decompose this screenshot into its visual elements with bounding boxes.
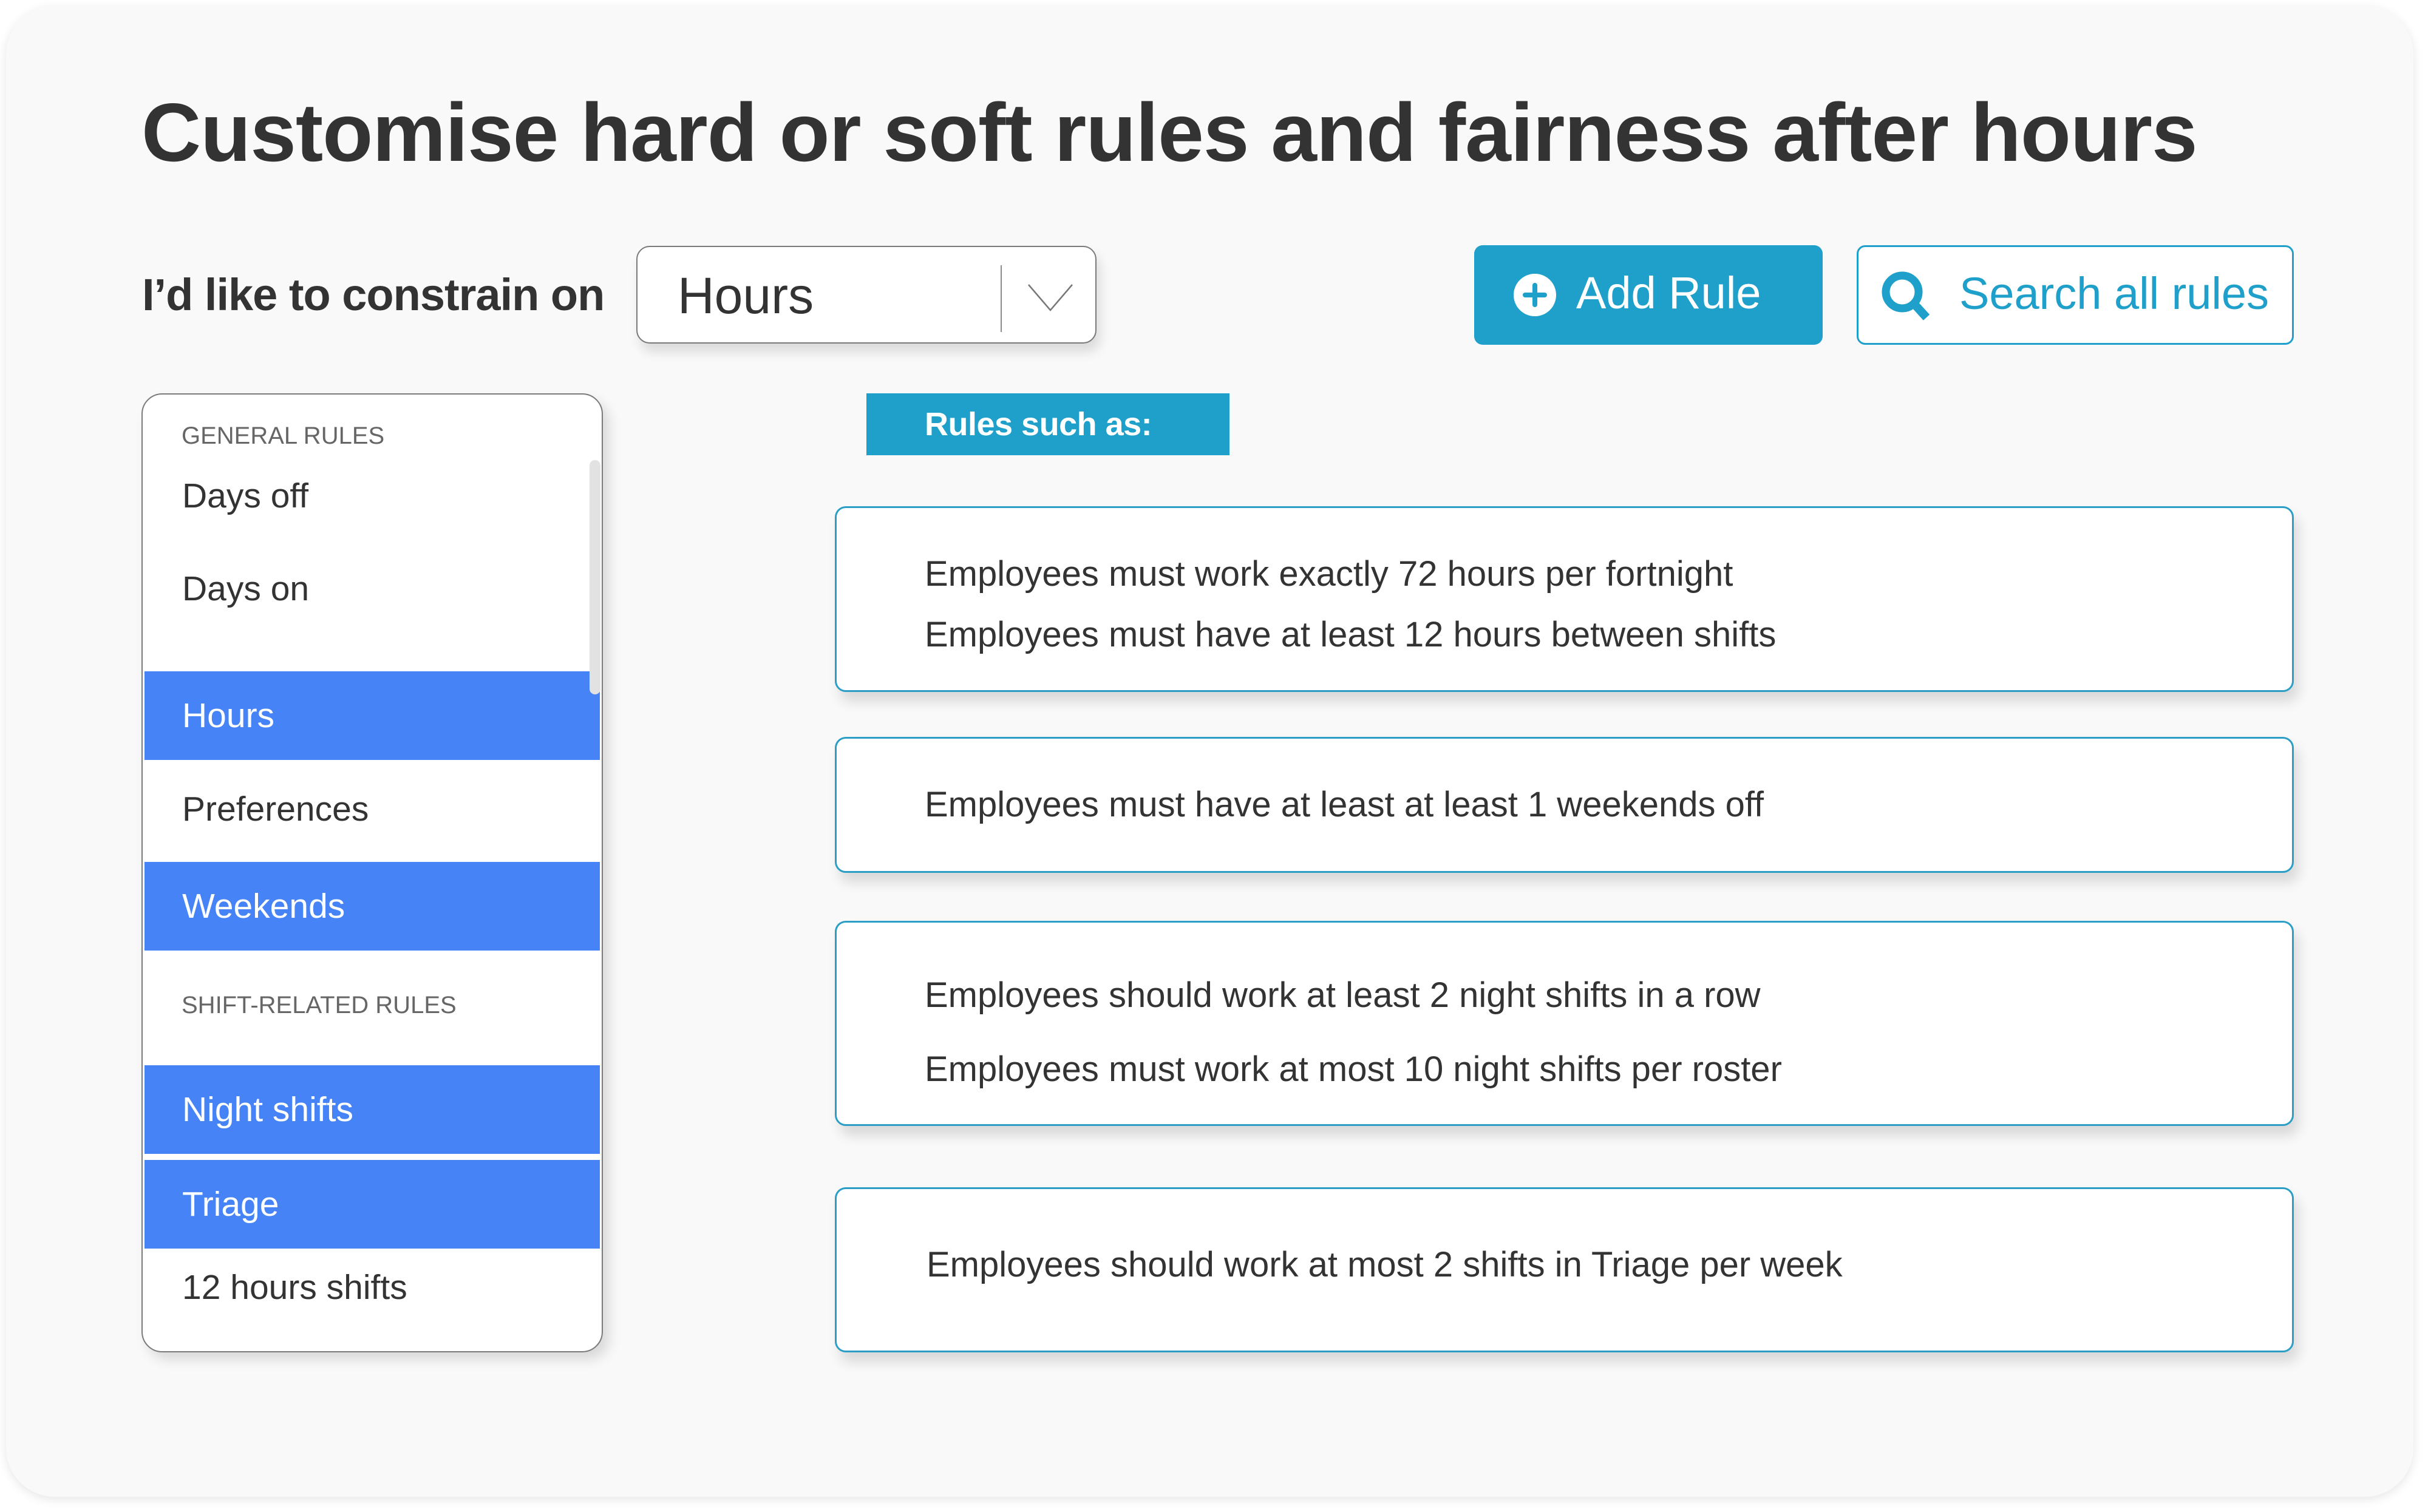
sidebar-item-days-off[interactable]: Days off <box>145 452 600 540</box>
search-rules-label: Search all rules <box>1959 268 2270 319</box>
rule-text: Employees should work at least 2 night s… <box>925 975 1761 1015</box>
rule-text: Employees must have at least 12 hours be… <box>925 615 1777 654</box>
sidebar-item-days-on[interactable]: Days on <box>145 544 600 633</box>
rule-text: Employees must work at most 10 night shi… <box>925 1049 1782 1089</box>
sidebar-item-triage[interactable]: Triage <box>145 1160 600 1249</box>
select-divider <box>1001 265 1002 332</box>
sidebar-item-hours[interactable]: Hours <box>145 671 600 760</box>
chevron-down-icon[interactable] <box>1026 282 1075 313</box>
rule-text: Employees must work exactly 72 hours per… <box>925 554 1733 594</box>
sidebar-item-night-shifts[interactable]: Night shifts <box>145 1065 600 1154</box>
rule-card[interactable]: Employees must work exactly 72 hours per… <box>835 506 2294 692</box>
rule-category-list: GENERAL RULES Days off Days on Hours Pre… <box>141 393 603 1352</box>
constraint-select-value: Hours <box>678 267 814 324</box>
sidebar-item-preferences[interactable]: Preferences <box>145 765 600 853</box>
rules-heading: Rules such as: <box>866 393 1229 455</box>
sidebar-item-weekends[interactable]: Weekends <box>145 862 600 951</box>
search-rules-button[interactable]: Search all rules <box>1857 245 2294 345</box>
rule-text: Employees must have at least at least 1 … <box>925 785 1764 824</box>
sidebar-scrollbar[interactable] <box>590 460 600 694</box>
constraint-select[interactable]: Hours <box>636 246 1097 344</box>
section-heading-shift-related: SHIFT-RELATED RULES <box>182 992 457 1019</box>
rule-text: Employees should work at most 2 shifts i… <box>927 1245 1843 1284</box>
section-heading-general: GENERAL RULES <box>182 422 385 449</box>
plus-circle-icon <box>1514 274 1556 316</box>
rule-card[interactable]: Employees should work at most 2 shifts i… <box>835 1187 2294 1352</box>
rule-card[interactable]: Employees should work at least 2 night s… <box>835 921 2294 1126</box>
add-rule-label: Add Rule <box>1576 268 1761 318</box>
constrain-label: I’d like to constrain on <box>142 270 605 320</box>
search-icon <box>1882 271 1930 320</box>
sidebar-item-12-hours-shifts[interactable]: 12 hours shifts <box>145 1243 600 1332</box>
add-rule-button[interactable]: Add Rule <box>1474 245 1823 345</box>
rule-card[interactable]: Employees must have at least at least 1 … <box>835 737 2294 873</box>
page-title: Customise hard or soft rules and fairnes… <box>141 86 2198 178</box>
